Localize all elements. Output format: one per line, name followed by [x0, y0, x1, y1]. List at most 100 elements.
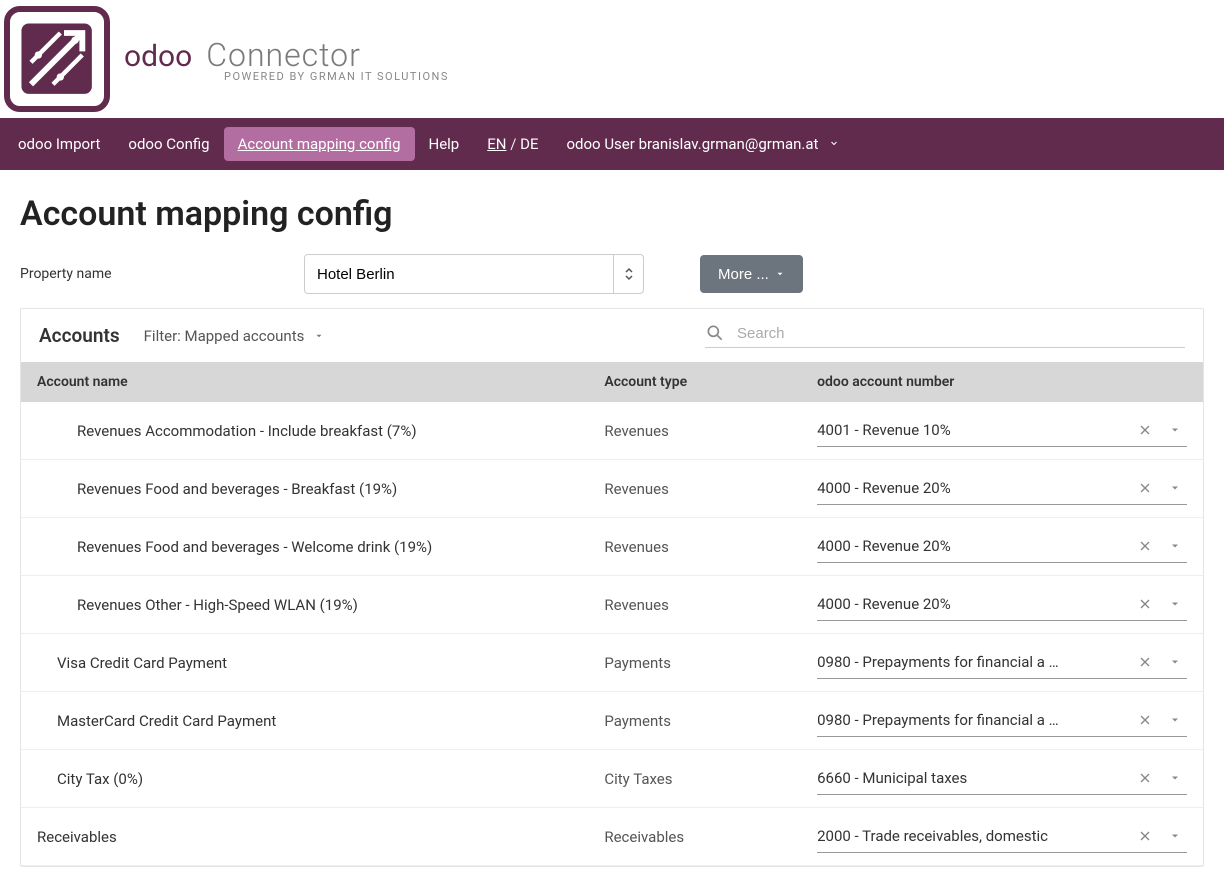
card-header: Accounts Filter: Mapped accounts — [21, 309, 1203, 362]
property-select[interactable]: Hotel Berlin — [304, 254, 644, 294]
account-value: 4000 - Revenue 20% — [817, 537, 1127, 555]
table-row: Revenues Food and beverages - Welcome dr… — [21, 518, 1203, 576]
table-row: Revenues Food and beverages - Breakfast … — [21, 460, 1203, 518]
cell-account-type: Payments — [588, 692, 801, 750]
filter-label: Filter: Mapped accounts — [144, 327, 305, 345]
cell-odoo-account: 4000 - Revenue 20% — [801, 576, 1203, 634]
clear-icon[interactable] — [1133, 766, 1157, 790]
caret-down-icon[interactable] — [1163, 592, 1187, 616]
account-value: 4001 - Revenue 10% — [817, 421, 1127, 439]
clear-icon[interactable] — [1133, 418, 1157, 442]
cell-account-type: Receivables — [588, 808, 801, 866]
table-row: ReceivablesReceivables 2000 - Trade recei… — [21, 808, 1203, 866]
cell-account-name: Revenues Food and beverages - Welcome dr… — [21, 518, 588, 576]
clear-icon[interactable] — [1133, 476, 1157, 500]
logo — [4, 6, 110, 112]
table-row: Revenues Other - High-Speed WLAN (19%)Re… — [21, 576, 1203, 634]
cell-account-name: City Tax (0%) — [21, 750, 588, 808]
property-select-wrap: Hotel Berlin — [304, 254, 644, 294]
account-value: 4000 - Revenue 20% — [817, 479, 1127, 497]
caret-down-icon[interactable] — [1163, 708, 1187, 732]
caret-down-icon[interactable] — [1163, 476, 1187, 500]
account-value: 0980 - Prepayments for financial a … — [817, 711, 1127, 729]
cell-account-name: Revenues Other - High-Speed WLAN (19%) — [21, 576, 588, 634]
cell-odoo-account: 4001 - Revenue 10% — [801, 402, 1203, 460]
cell-odoo-account: 4000 - Revenue 20% — [801, 518, 1203, 576]
clear-icon[interactable] — [1133, 650, 1157, 674]
caret-down-icon[interactable] — [1163, 766, 1187, 790]
lang-sep: / — [506, 135, 520, 153]
nav-account-mapping[interactable]: Account mapping config — [224, 127, 415, 161]
lang-de[interactable]: DE — [520, 135, 538, 153]
search-wrap — [705, 323, 1185, 348]
accounts-table: Account name Account type odoo account n… — [21, 362, 1203, 866]
lang-en[interactable]: EN — [487, 135, 506, 153]
search-input[interactable] — [737, 325, 1185, 342]
search-icon — [705, 323, 725, 343]
caret-down-icon — [314, 331, 324, 341]
cell-odoo-account: 2000 - Trade receivables, domestic — [801, 808, 1203, 866]
cell-odoo-account: 0980 - Prepayments for financial a … — [801, 634, 1203, 692]
account-value: 4000 - Revenue 20% — [817, 595, 1127, 613]
cell-account-name: MasterCard Credit Card Payment — [21, 692, 588, 750]
cell-account-type: Revenues — [588, 402, 801, 460]
nav-odoo-config[interactable]: odoo Config — [114, 127, 223, 161]
nav-help[interactable]: Help — [415, 127, 474, 161]
chevron-down-icon — [828, 137, 840, 149]
caret-down-icon — [775, 269, 785, 279]
account-select[interactable]: 4000 - Revenue 20% — [817, 530, 1187, 563]
more-button[interactable]: More ... — [700, 255, 803, 293]
user-email: branislav.grman@grman.at — [639, 135, 819, 153]
account-value: 6660 - Municipal taxes — [817, 769, 1127, 787]
cell-odoo-account: 6660 - Municipal taxes — [801, 750, 1203, 808]
cell-account-type: Payments — [588, 634, 801, 692]
cell-odoo-account: 4000 - Revenue 20% — [801, 460, 1203, 518]
account-select[interactable]: 0980 - Prepayments for financial a … — [817, 646, 1187, 679]
property-label: Property name — [20, 266, 280, 282]
account-select[interactable]: 6660 - Municipal taxes — [817, 762, 1187, 795]
cell-account-name: Visa Credit Card Payment — [21, 634, 588, 692]
app-header: odoo Connector POWERED BY GRMAN IT SOLUT… — [0, 0, 1224, 118]
filter-dropdown[interactable]: Filter: Mapped accounts — [144, 327, 325, 345]
col-account-type: Account type — [588, 362, 801, 402]
nav-user[interactable]: odoo User branislav.grman@grman.at — [552, 127, 854, 161]
table-row: City Tax (0%)City Taxes 6660 - Municipal … — [21, 750, 1203, 808]
nav-lang[interactable]: EN / DE — [473, 127, 552, 161]
brand-sub: POWERED BY GRMAN IT SOLUTIONS — [224, 70, 449, 83]
account-select[interactable]: 4000 - Revenue 20% — [817, 472, 1187, 505]
table-row: MasterCard Credit Card PaymentPayments 09… — [21, 692, 1203, 750]
cell-account-name: Receivables — [21, 808, 588, 866]
cell-account-name: Revenues Accommodation - Include breakfa… — [21, 402, 588, 460]
cell-odoo-account: 0980 - Prepayments for financial a … — [801, 692, 1203, 750]
caret-down-icon[interactable] — [1163, 824, 1187, 848]
account-value: 2000 - Trade receivables, domestic — [817, 827, 1127, 845]
cell-account-name: Revenues Food and beverages - Breakfast … — [21, 460, 588, 518]
account-select[interactable]: 0980 - Prepayments for financial a … — [817, 704, 1187, 737]
account-select[interactable]: 4000 - Revenue 20% — [817, 588, 1187, 621]
cell-account-type: Revenues — [588, 576, 801, 634]
account-select[interactable]: 4001 - Revenue 10% — [817, 414, 1187, 447]
more-button-label: More ... — [718, 266, 769, 283]
table-row: Revenues Accommodation - Include breakfa… — [21, 402, 1203, 460]
brand-connector: Connector — [206, 36, 361, 74]
account-value: 0980 - Prepayments for financial a … — [817, 653, 1127, 671]
caret-down-icon[interactable] — [1163, 418, 1187, 442]
caret-down-icon[interactable] — [1163, 650, 1187, 674]
col-account-name: Account name — [21, 362, 588, 402]
card-title: Accounts — [39, 324, 120, 347]
page: Account mapping config Property name Hot… — [0, 170, 1224, 891]
clear-icon[interactable] — [1133, 534, 1157, 558]
clear-icon[interactable] — [1133, 824, 1157, 848]
nav-odoo-import[interactable]: odoo Import — [4, 127, 114, 161]
table-row: Visa Credit Card PaymentPayments 0980 - P… — [21, 634, 1203, 692]
col-odoo-number: odoo account number — [801, 362, 1203, 402]
account-select[interactable]: 2000 - Trade receivables, domestic — [817, 820, 1187, 853]
clear-icon[interactable] — [1133, 592, 1157, 616]
cell-account-type: Revenues — [588, 518, 801, 576]
cell-account-type: City Taxes — [588, 750, 801, 808]
brand-odoo: odoo — [124, 39, 192, 74]
caret-down-icon[interactable] — [1163, 534, 1187, 558]
navbar: odoo Import odoo Config Account mapping … — [0, 118, 1224, 170]
property-row: Property name Hotel Berlin More ... — [20, 254, 1204, 294]
clear-icon[interactable] — [1133, 708, 1157, 732]
